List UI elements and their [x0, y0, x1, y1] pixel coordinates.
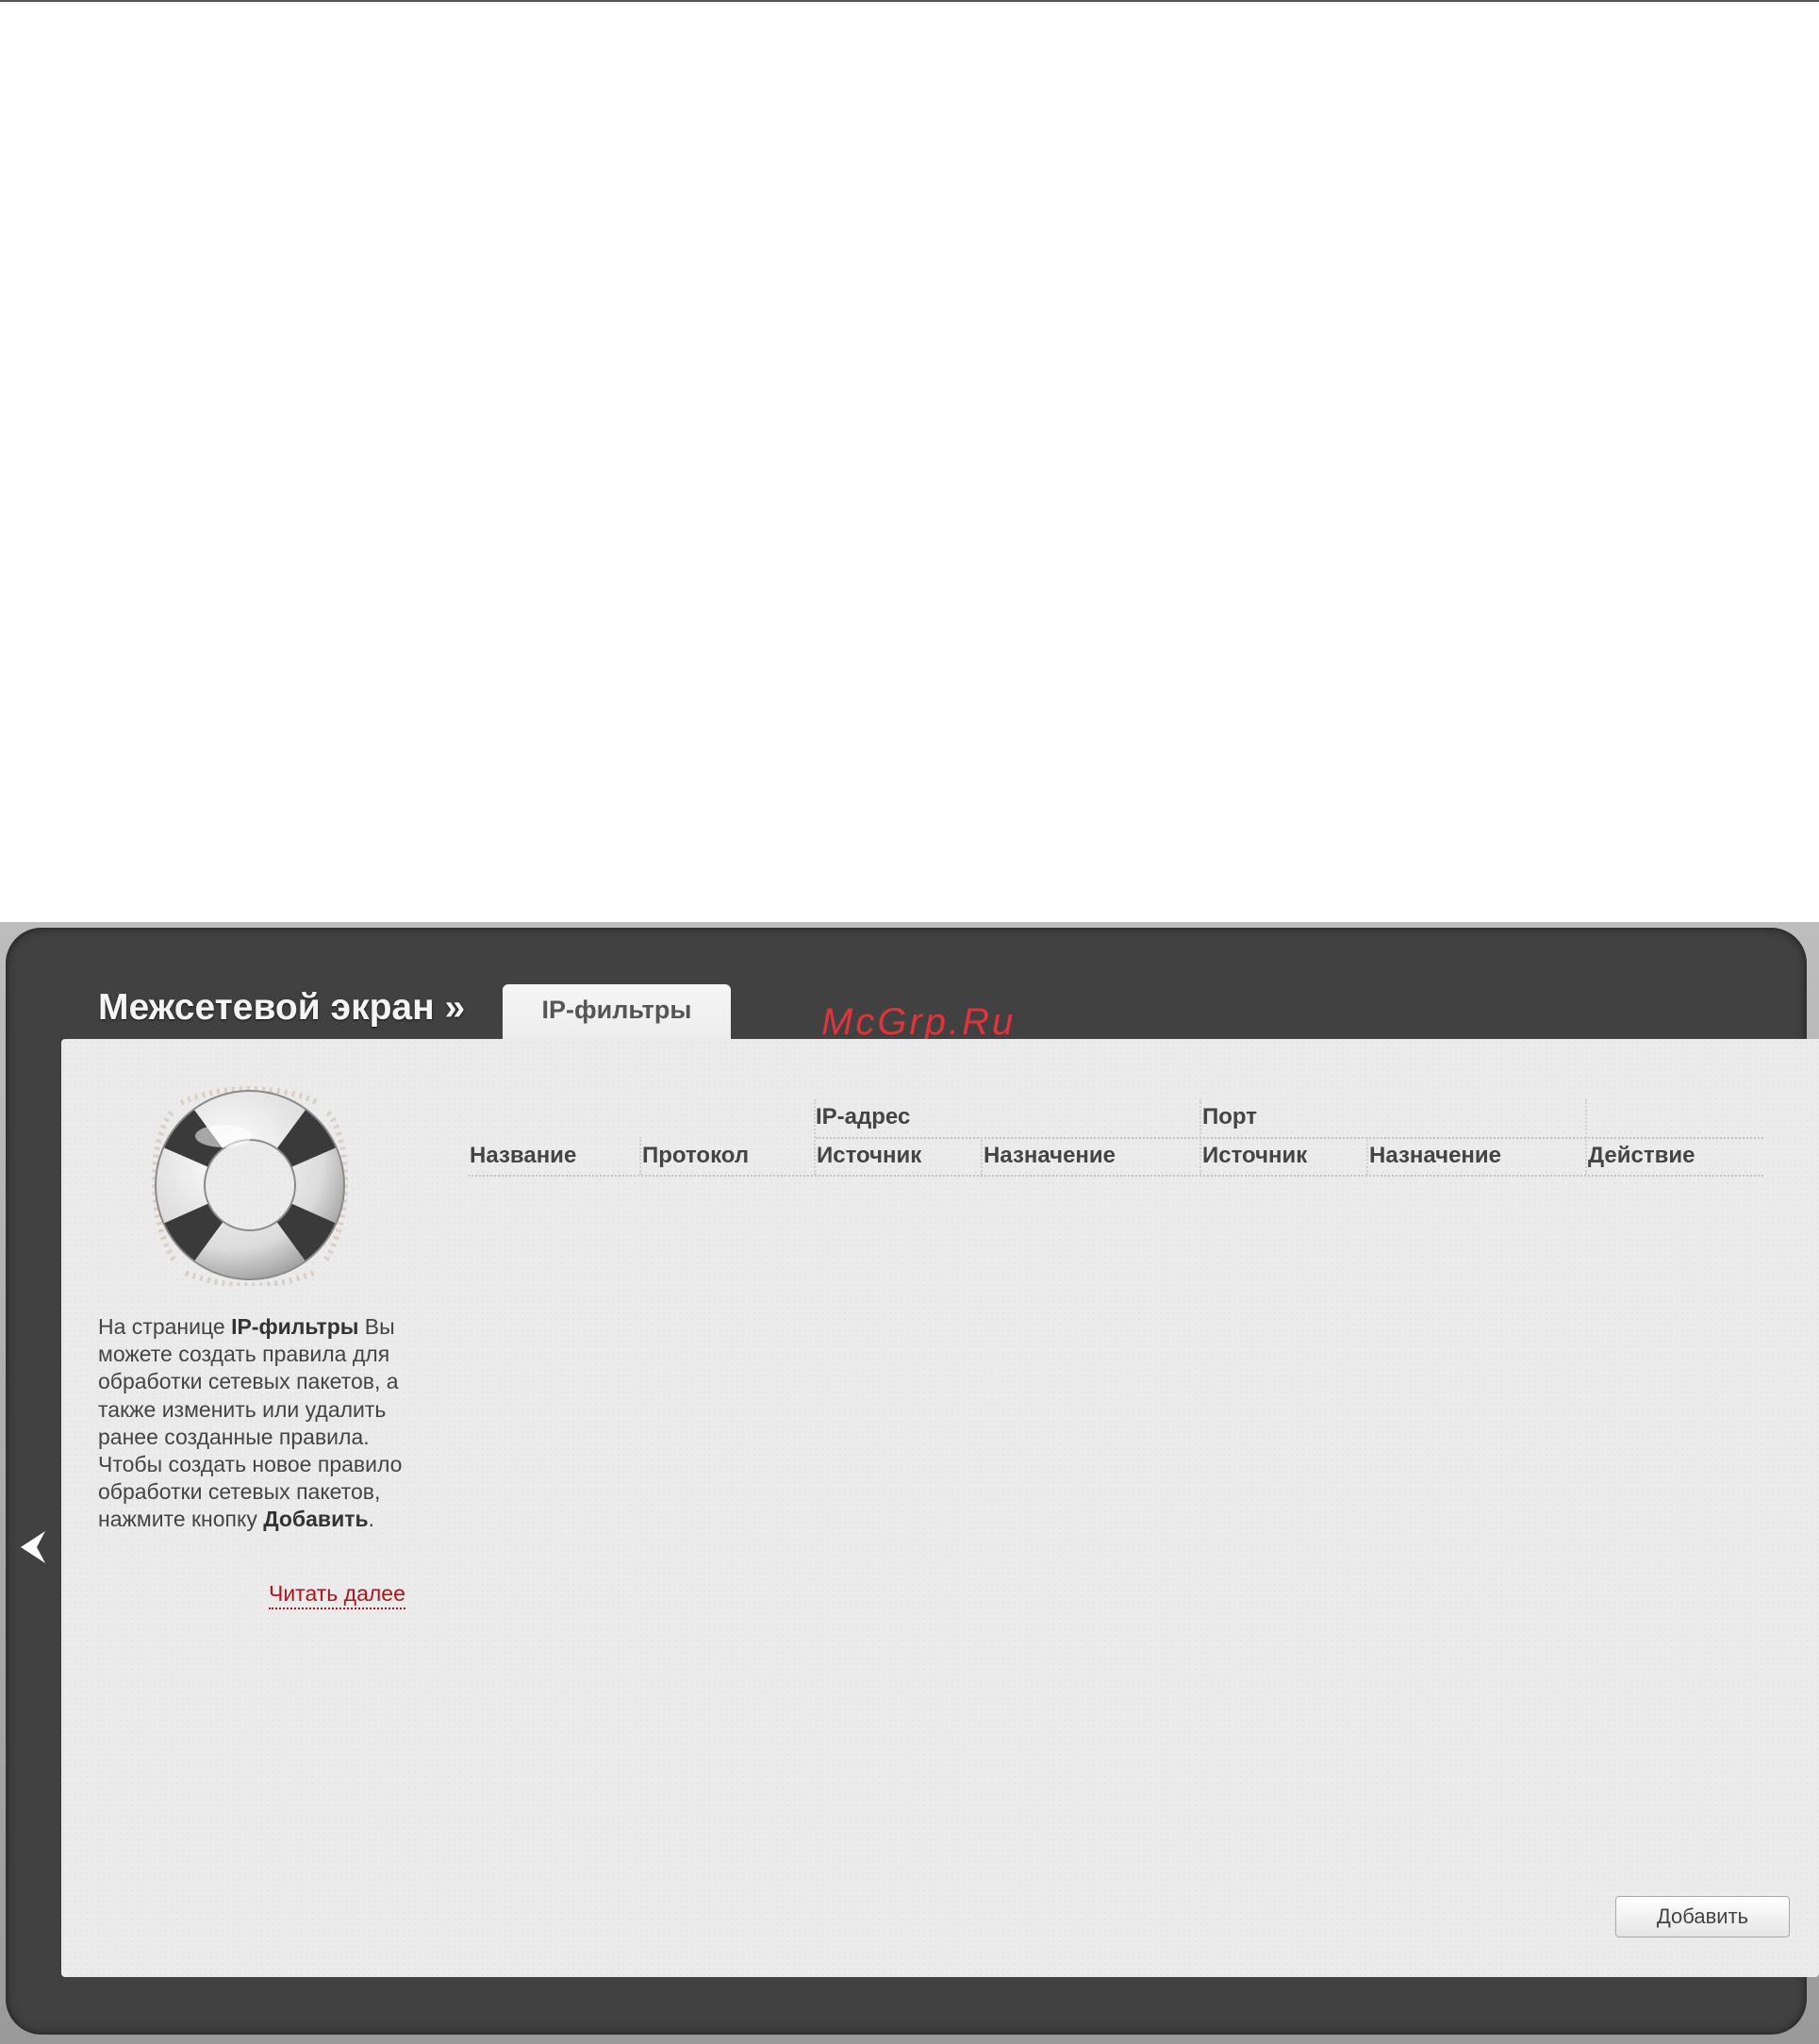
column-divider	[639, 1137, 641, 1175]
column-header-protocol[interactable]: Протокол	[642, 1143, 749, 1169]
help-text-bold: IP-фильтры	[231, 1314, 359, 1339]
add-button[interactable]: Добавить	[1615, 1896, 1790, 1937]
group-header-ip-address: IP-адрес	[816, 1104, 911, 1129]
tab-ip-filters[interactable]: IP-фильтры	[503, 984, 731, 1041]
column-header-name[interactable]: Название	[470, 1143, 576, 1169]
column-divider	[1585, 1099, 1587, 1175]
column-header-ip-source[interactable]: Источник	[817, 1143, 921, 1169]
watermark: McGrp.Ru	[821, 1001, 1017, 1043]
column-divider	[814, 1099, 816, 1175]
read-more-link[interactable]: Читать далее	[269, 1581, 405, 1609]
help-text-bold: Добавить	[263, 1507, 369, 1532]
help-text-part: .	[368, 1507, 375, 1532]
column-divider	[1366, 1137, 1368, 1175]
column-divider	[981, 1137, 983, 1175]
lifebuoy-icon	[148, 1086, 352, 1286]
column-header-ip-destination[interactable]: Назначение	[984, 1143, 1116, 1169]
page-title: Межсетевой экран »	[98, 987, 466, 1028]
column-divider	[1199, 1099, 1201, 1175]
header-divider	[468, 1175, 1763, 1177]
help-text-part: На странице	[98, 1314, 232, 1339]
group-header-port: Порт	[1202, 1104, 1258, 1129]
column-header-action[interactable]: Действие	[1588, 1143, 1695, 1169]
help-text: На странице IP-фильтры Вы можете создать…	[98, 1313, 423, 1534]
group-divider	[816, 1137, 1763, 1139]
top-rule	[0, 0, 1819, 2]
column-header-port-destination[interactable]: Назначение	[1369, 1143, 1501, 1169]
chevron-left-icon[interactable]	[17, 1529, 49, 1565]
column-header-port-source[interactable]: Источник	[1202, 1143, 1307, 1169]
help-text-part: Вы можете создать правила для обработки …	[98, 1314, 403, 1532]
